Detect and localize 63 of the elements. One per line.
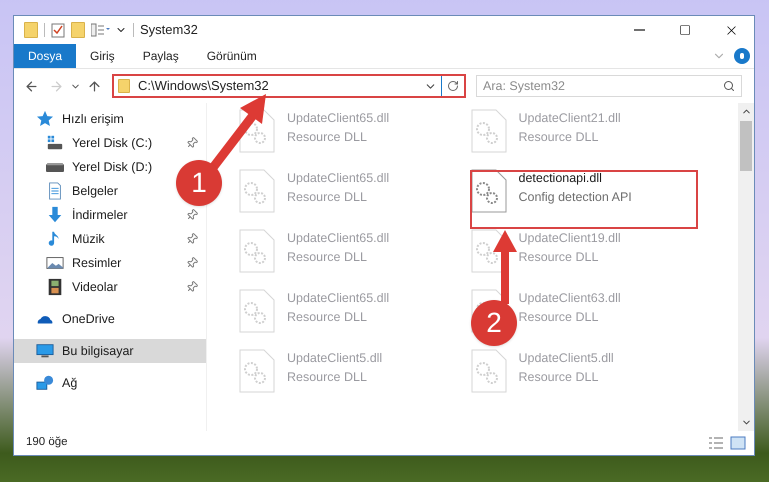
sidebar-label: Resimler (72, 254, 122, 272)
file-type: Resource DLL (287, 248, 368, 266)
sidebar-label: İndirmeler (72, 206, 129, 224)
vertical-scrollbar[interactable] (738, 103, 754, 431)
sidebar-label: Ağ (62, 374, 78, 392)
ribbon-tab[interactable]: Giriş (76, 44, 129, 68)
search-field[interactable]: Ara: System32 (476, 75, 742, 97)
file-type: Resource DLL (518, 368, 600, 386)
details-view-icon[interactable] (708, 436, 724, 450)
sidebar-item[interactable]: İndirmeler (14, 203, 206, 227)
star-icon (36, 110, 54, 128)
file-type: Resource DLL (518, 248, 600, 266)
sidebar-item[interactable]: Yerel Disk (D:) (14, 155, 160, 179)
file-type: Resource DLL (287, 188, 368, 206)
file-type: Resource DLL (287, 368, 368, 386)
ribbon-tab[interactable]: Görünüm (192, 44, 271, 68)
file-type: Resource DLL (287, 308, 368, 326)
sidebar-label: Yerel Disk (C:) (72, 134, 154, 152)
item-count: 190 öğe (26, 435, 69, 450)
sidebar-item[interactable]: Yerel Disk (C:) (14, 131, 206, 155)
file-type: Resource DLL (518, 308, 600, 326)
search-input[interactable]: Ara: System32 (483, 76, 723, 96)
monitor-icon (36, 342, 54, 360)
sidebar-label: Bu bilgisayar (62, 342, 135, 360)
drive-icon (46, 162, 64, 172)
window-title: System32 (140, 21, 198, 40)
sidebar-item[interactable]: Belgeler (14, 179, 126, 203)
folder-icon (24, 22, 38, 38)
file-type: Resource DLL (287, 128, 368, 146)
network-icon (36, 374, 54, 392)
large-icons-view-icon[interactable] (730, 436, 746, 450)
sidebar-item[interactable]: Ağ (14, 371, 86, 395)
sidebar-label: Videolar (72, 278, 119, 296)
refresh-icon[interactable] (447, 80, 459, 92)
file-type: Resource DLL (518, 128, 600, 146)
sidebar-item[interactable]: Videolar (14, 275, 206, 299)
scrollbar-thumb[interactable] (740, 121, 752, 171)
ribbon-tab[interactable]: Paylaş (128, 44, 193, 68)
address-path: C:\Windows\System32 (138, 77, 270, 96)
picture-icon (46, 254, 64, 272)
minimize-icon (634, 29, 644, 31)
ribbon-tab[interactable]: Dosya (14, 44, 76, 68)
sidebar-item[interactable]: Resimler (14, 251, 206, 275)
sidebar-item[interactable]: Hızlı erişim (14, 107, 132, 131)
sidebar-label: OneDrive (62, 310, 115, 328)
sidebar-label: Müzik (72, 230, 106, 248)
sidebar-label: Belgeler (72, 182, 118, 200)
sidebar-label: Hızlı erişim (62, 110, 124, 128)
sidebar-item[interactable]: Bu bilgisayar (14, 339, 206, 363)
film-strip-icon (46, 278, 64, 296)
file-name[interactable]: detectionapi.dll (518, 169, 632, 188)
maximize-icon (679, 24, 691, 36)
sidebar-label: Yerel Disk (D:) (72, 158, 152, 176)
search-icon[interactable] (723, 80, 735, 92)
sidebar-item[interactable]: OneDrive (14, 307, 123, 331)
checkmark-icon[interactable] (51, 22, 65, 38)
address-field[interactable]: C:\Windows\System32 (112, 74, 466, 98)
folder-icon (118, 79, 130, 93)
drive-icon (46, 134, 64, 152)
document-icon (46, 182, 64, 200)
file-type: Config detection API (518, 188, 632, 206)
sidebar-item[interactable]: Müzik (14, 227, 206, 251)
download-arrow-icon (46, 206, 64, 224)
